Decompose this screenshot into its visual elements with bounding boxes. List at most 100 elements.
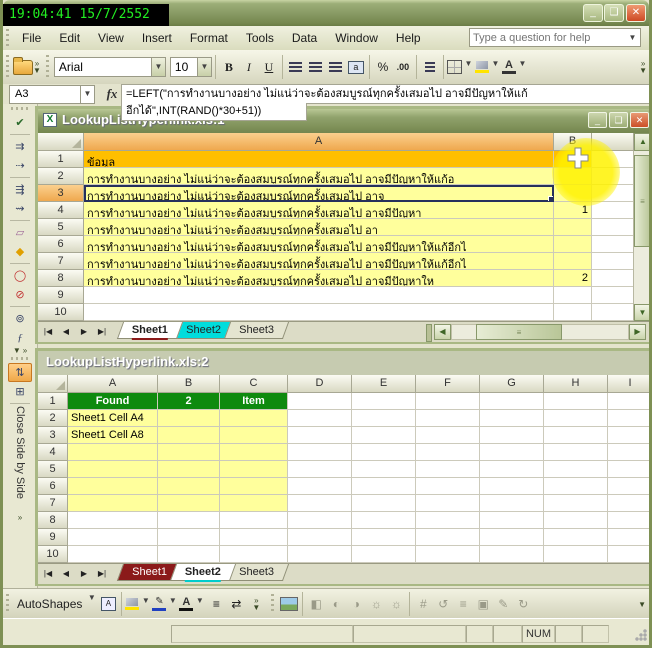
drawing-toolbar-grip[interactable] bbox=[6, 594, 9, 614]
cell-B9[interactable] bbox=[158, 529, 220, 546]
borders-dropdown-icon[interactable]: ▼ bbox=[462, 55, 475, 79]
cells-D2-I2[interactable] bbox=[288, 410, 649, 427]
cell-B7[interactable] bbox=[158, 495, 220, 512]
cell-C5[interactable] bbox=[220, 461, 288, 478]
column-header-b[interactable]: B bbox=[158, 375, 220, 393]
cell-A10[interactable] bbox=[68, 546, 158, 563]
cell-C8[interactable] bbox=[220, 512, 288, 529]
cell-A6[interactable] bbox=[68, 478, 158, 495]
draw-line-color-button[interactable]: ✎ ▼ bbox=[152, 592, 179, 616]
column-header-a[interactable]: A bbox=[68, 375, 158, 393]
row-header-4[interactable]: 4 bbox=[38, 444, 68, 461]
font-name-dropdown-icon[interactable]: ▼ bbox=[150, 58, 165, 76]
formula-input-line1[interactable]: =LEFT("การทำงานบางอย่าง ไม่แน่ว่าจะต้องส… bbox=[121, 84, 649, 104]
less-brightness-button[interactable]: ☼ bbox=[386, 592, 406, 616]
cell-A9[interactable] bbox=[68, 529, 158, 546]
clear-validation-circles-button[interactable]: ⊘ bbox=[8, 285, 32, 304]
tab-sheet2[interactable]: Sheet2 bbox=[169, 564, 237, 582]
tab-sheet3[interactable]: Sheet3 bbox=[223, 322, 289, 339]
cell-C9[interactable] bbox=[592, 287, 634, 304]
align-right-button[interactable] bbox=[326, 55, 346, 79]
remove-all-arrows-button[interactable]: ▱ bbox=[8, 223, 32, 242]
cell-C6[interactable] bbox=[592, 236, 634, 253]
autoshapes-button[interactable]: AutoShapes bbox=[14, 597, 85, 611]
standard-toolbar-overflow[interactable]: » ▼ bbox=[33, 60, 41, 75]
hscroll-thumb[interactable]: ≡ bbox=[476, 324, 562, 340]
cell-B5[interactable] bbox=[554, 219, 592, 236]
column-header-e[interactable]: E bbox=[352, 375, 416, 393]
column-header-i[interactable]: I bbox=[608, 375, 649, 393]
less-contrast-button[interactable]: ◑ bbox=[346, 592, 366, 616]
cell-B10[interactable] bbox=[158, 546, 220, 563]
question-help-dropdown-icon[interactable]: ▼ bbox=[626, 29, 639, 46]
scroll-up-button[interactable]: ▲ bbox=[634, 133, 649, 151]
error-checking-button[interactable]: ✔ bbox=[8, 113, 32, 132]
resize-grip[interactable] bbox=[634, 629, 647, 642]
hscroll-right-button[interactable]: ▶ bbox=[629, 324, 646, 340]
next-sheet-button[interactable]: ▶ bbox=[76, 324, 92, 340]
cell-B2[interactable] bbox=[158, 410, 220, 427]
side-by-side-toolbar-grip[interactable] bbox=[11, 357, 29, 360]
cell-C9[interactable] bbox=[220, 529, 288, 546]
cell-C6[interactable] bbox=[220, 478, 288, 495]
prev-sheet-button[interactable]: ◀ bbox=[58, 324, 74, 340]
row-header-8[interactable]: 8 bbox=[38, 270, 84, 287]
evaluate-formula-button[interactable]: ƒ bbox=[8, 328, 32, 347]
cell-A1[interactable]: ข้อมูล bbox=[84, 151, 554, 168]
align-center-button[interactable] bbox=[306, 55, 326, 79]
synchronous-scrolling-button[interactable]: ⇅ bbox=[8, 363, 32, 382]
cell-C7[interactable] bbox=[592, 253, 634, 270]
menu-tools[interactable]: Tools bbox=[237, 26, 283, 50]
italic-button[interactable]: I bbox=[239, 55, 259, 79]
cell-B4[interactable] bbox=[158, 444, 220, 461]
trace-error-button[interactable]: ◆ bbox=[8, 242, 32, 261]
row-header-10[interactable]: 10 bbox=[38, 304, 84, 321]
font-color-dropdown-icon[interactable]: ▼ bbox=[516, 55, 529, 79]
cell-B8[interactable]: 2 bbox=[554, 270, 592, 287]
cell-B5[interactable] bbox=[158, 461, 220, 478]
draw-font-color-button[interactable]: A ▼ bbox=[179, 592, 206, 616]
column-header-h[interactable]: H bbox=[544, 375, 608, 393]
cell-C1[interactable]: Item bbox=[220, 393, 288, 410]
line-style-button[interactable]: ≡ bbox=[206, 592, 226, 616]
picture-toolbar-grip[interactable] bbox=[271, 594, 275, 614]
app-maximize-button[interactable]: ❑ bbox=[604, 4, 624, 22]
row-header-1[interactable]: 1 bbox=[38, 151, 84, 168]
picture-line-style-button[interactable]: ≡ bbox=[453, 592, 473, 616]
cell-A5[interactable]: การทำงานบางอย่าง ไม่แน่ว่าจะต้องสมบูรณ์ท… bbox=[84, 219, 554, 236]
cell-B8[interactable] bbox=[158, 512, 220, 529]
cells-D1-I1[interactable] bbox=[288, 393, 649, 410]
cell-A3[interactable]: Sheet1 Cell A8 bbox=[68, 427, 158, 444]
arrow-style-button[interactable]: ⇄ bbox=[226, 592, 246, 616]
borders-button[interactable]: ▼ bbox=[446, 55, 475, 79]
row-header-5[interactable]: 5 bbox=[38, 219, 84, 236]
cells-D7-I7[interactable] bbox=[288, 495, 649, 512]
cells-D8-I8[interactable] bbox=[288, 512, 649, 529]
more-brightness-button[interactable]: ☼ bbox=[366, 592, 386, 616]
font-dropdown-icon[interactable]: ▼ bbox=[193, 592, 206, 616]
column-header-f[interactable]: F bbox=[416, 375, 480, 393]
standard-toolbar-grip[interactable] bbox=[6, 55, 9, 79]
open-file-button[interactable] bbox=[13, 55, 33, 79]
drawing-toolbar-overflow[interactable]: » ▼ bbox=[252, 597, 260, 612]
formatting-toolbar-grip[interactable] bbox=[45, 55, 49, 79]
scroll-down-button[interactable]: ▼ bbox=[634, 304, 649, 321]
cell-B7[interactable] bbox=[554, 253, 592, 270]
row-header-6[interactable]: 6 bbox=[38, 478, 68, 495]
reset-window-position-button[interactable]: ⊞ bbox=[8, 382, 32, 401]
row-header-7[interactable]: 7 bbox=[38, 495, 68, 512]
crop-button[interactable]: # bbox=[413, 592, 433, 616]
last-sheet-button[interactable]: ▶| bbox=[94, 324, 110, 340]
window1-close-button[interactable]: ✕ bbox=[630, 112, 649, 128]
cell-A8[interactable] bbox=[68, 512, 158, 529]
first-sheet-button[interactable]: |◀ bbox=[40, 566, 56, 582]
menubar-grip[interactable] bbox=[6, 29, 9, 47]
cell-C10[interactable] bbox=[592, 304, 634, 321]
cell-B9[interactable] bbox=[554, 287, 592, 304]
auditing-toolbar-grip[interactable] bbox=[11, 107, 29, 110]
cell-C4[interactable] bbox=[220, 444, 288, 461]
close-side-by-side-button[interactable]: Close Side by Side bbox=[8, 406, 32, 514]
row-header-7[interactable]: 7 bbox=[38, 253, 84, 270]
column-header-d[interactable]: D bbox=[288, 375, 352, 393]
reset-picture-button[interactable]: ↻ bbox=[513, 592, 533, 616]
